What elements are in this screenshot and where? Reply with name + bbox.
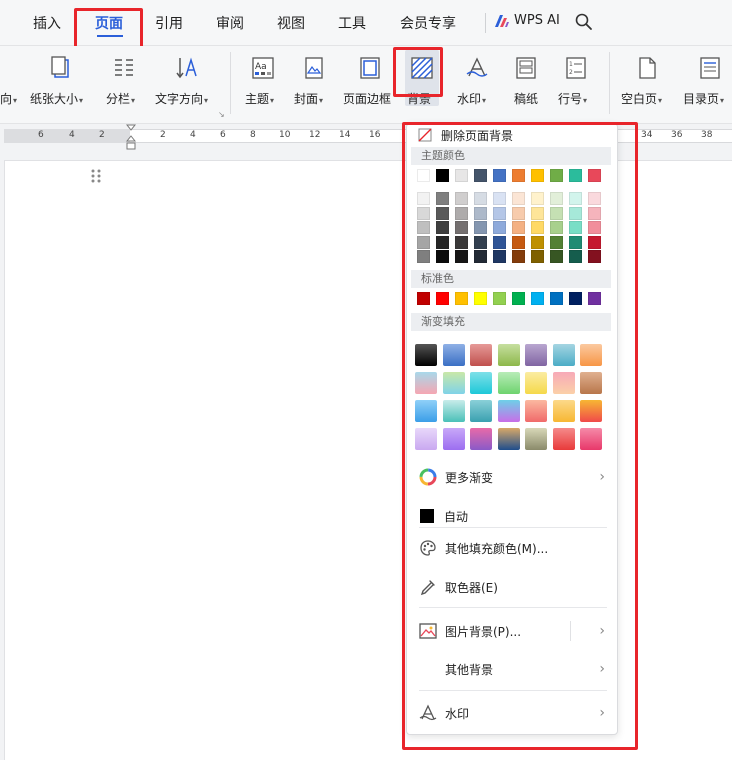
dialog-launcher-icon[interactable]: ↘	[218, 110, 225, 119]
blank-page-icon	[639, 57, 656, 79]
background-button-highlight-box	[393, 47, 443, 97]
toc-page-label: 目录页	[683, 92, 720, 106]
columns-icon	[115, 59, 133, 76]
tab-insert[interactable]: 插入	[33, 13, 61, 33]
orientation-button[interactable]: 向▾	[0, 46, 22, 124]
ruler-number: 12	[309, 130, 321, 140]
ribbon-separator	[230, 52, 231, 114]
ruler-number: 2	[99, 130, 105, 140]
drag-handle-icon[interactable]	[90, 168, 102, 184]
svg-text:1: 1	[569, 61, 573, 68]
text-direction-label: 文字方向	[155, 92, 204, 106]
ruler-number: 10	[279, 130, 291, 140]
page-border-icon	[360, 57, 380, 79]
columns-button[interactable]: 分栏▾	[106, 46, 144, 124]
tab-separator	[485, 13, 486, 33]
ruler-number: 6	[38, 130, 44, 140]
ruler-margin-area	[4, 129, 130, 143]
ruler-number: 4	[69, 130, 75, 140]
manuscript-icon	[516, 57, 536, 79]
tab-review[interactable]: 审阅	[216, 13, 244, 33]
indent-marker-icon[interactable]	[126, 124, 136, 154]
cover-icon	[305, 57, 323, 79]
svg-text:2: 2	[569, 69, 573, 76]
theme-icon: Aa	[252, 57, 274, 79]
wps-ai-label: WPS AI	[514, 13, 560, 28]
ruler-number: 16	[369, 130, 381, 140]
cover-label: 封面	[294, 92, 319, 106]
text-direction-icon	[176, 57, 197, 79]
dropdown-highlight-box	[402, 122, 638, 750]
wps-ai-icon	[495, 14, 509, 27]
line-number-icon: 1 2	[566, 57, 586, 79]
page-border-button[interactable]: 页面边框	[343, 46, 399, 124]
search-icon[interactable]	[574, 12, 594, 32]
watermark-label: 水印	[457, 92, 482, 106]
paper-size-label: 纸张大小	[30, 92, 79, 106]
paper-size-button[interactable]: 纸张大小▾	[30, 46, 94, 124]
blank-page-label: 空白页	[621, 92, 658, 106]
toc-page-icon	[700, 57, 720, 79]
page-border-label: 页面边框	[343, 92, 392, 106]
line-number-label: 行号	[558, 92, 583, 106]
ruler-number: 34	[641, 130, 653, 140]
paper-size-icon	[51, 56, 69, 78]
ribbon-toolbar: 向▾ 纸张大小▾ 分栏▾ 文字方向▾ ↘ Aa 主题▾ 封面▾ 页面边框 背景 …	[0, 46, 732, 124]
ruler-number: 8	[250, 130, 256, 140]
blank-page-button[interactable]: 空白页▾	[621, 46, 673, 124]
tab-view[interactable]: 视图	[277, 13, 305, 33]
ruler-number: 2	[160, 130, 166, 140]
theme-button[interactable]: Aa 主题▾	[243, 46, 283, 124]
text-direction-button[interactable]: 文字方向▾	[155, 46, 219, 124]
ruler-number: 4	[190, 130, 196, 140]
columns-label: 分栏	[106, 92, 131, 106]
ruler-number: 36	[671, 130, 683, 140]
manuscript-button[interactable]: 稿纸	[512, 46, 542, 124]
theme-label: 主题	[245, 92, 270, 106]
orientation-label: 向	[0, 92, 13, 106]
watermark-icon	[466, 57, 488, 77]
ruler-number: 6	[220, 130, 226, 140]
cover-button[interactable]: 封面▾	[294, 46, 334, 124]
manuscript-label: 稿纸	[514, 92, 539, 106]
tab-references[interactable]: 引用	[155, 13, 183, 33]
wps-ai-button[interactable]: WPS AI	[494, 13, 560, 28]
tab-member[interactable]: 会员专享	[400, 13, 456, 33]
ribbon-separator	[609, 52, 610, 114]
ruler-number: 38	[701, 130, 713, 140]
watermark-button[interactable]: 水印▾	[457, 46, 497, 124]
ruler-number: 14	[339, 130, 351, 140]
tab-tools[interactable]: 工具	[338, 13, 366, 33]
toc-page-button[interactable]: 目录页▾	[683, 46, 732, 124]
svg-text:Aa: Aa	[255, 62, 267, 72]
line-number-button[interactable]: 1 2 行号▾	[558, 46, 598, 124]
